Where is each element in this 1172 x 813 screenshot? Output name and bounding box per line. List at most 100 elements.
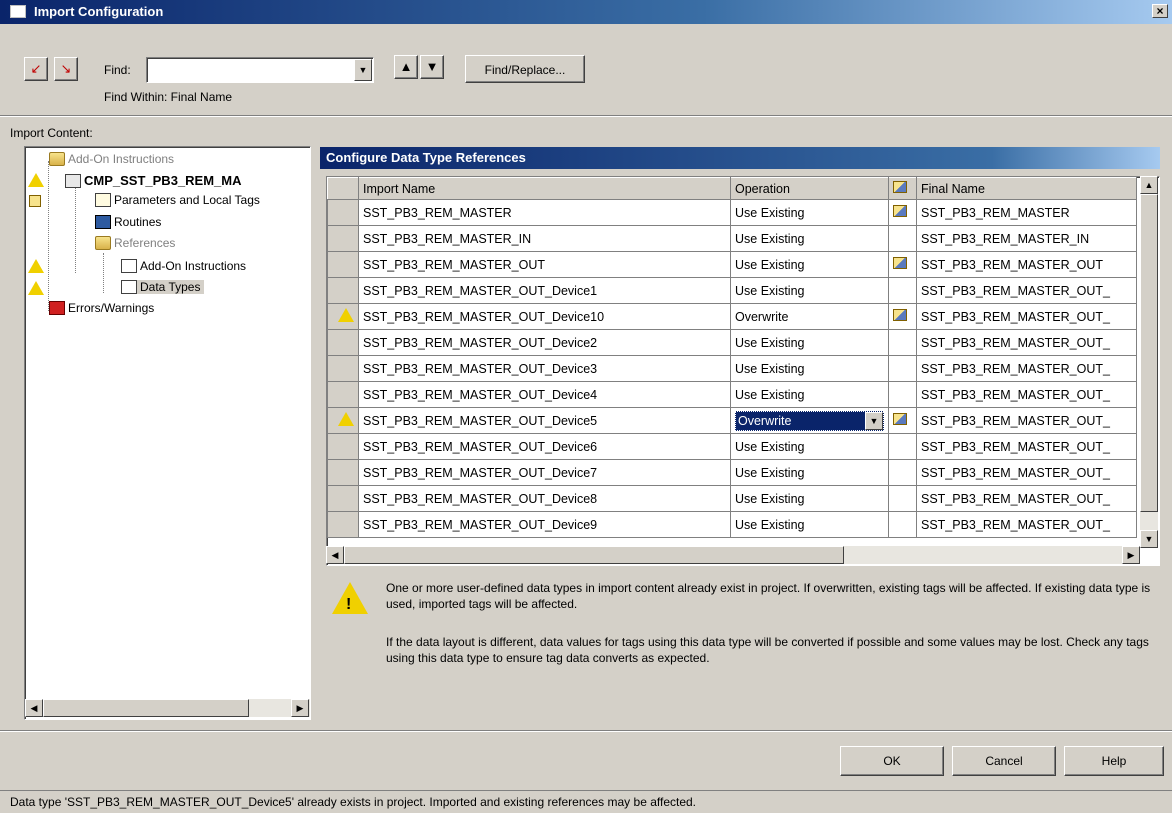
scroll-up-icon[interactable]: ▲: [1140, 176, 1158, 194]
scroll-left-icon[interactable]: ◀: [25, 699, 43, 717]
final-name-cell[interactable]: SST_PB3_REM_MASTER_IN: [916, 225, 1137, 252]
import-name-cell[interactable]: SST_PB3_REM_MASTER_OUT_Device4: [358, 381, 731, 408]
operation-dropdown[interactable]: Overwrite ▼: [730, 407, 889, 434]
final-name-cell[interactable]: SST_PB3_REM_MASTER_OUT_: [916, 433, 1137, 460]
scroll-right-icon[interactable]: ▶: [1122, 546, 1140, 564]
operation-cell[interactable]: Use Existing: [730, 459, 889, 486]
col-operation[interactable]: Operation: [730, 177, 889, 200]
row-header[interactable]: [327, 225, 359, 252]
tree-node-references[interactable]: References: [95, 236, 175, 250]
operation-cell[interactable]: Use Existing: [730, 199, 889, 226]
row-header[interactable]: [327, 329, 359, 356]
table-row[interactable]: SST_PB3_REM_MASTER_OUT_Device5 Overwrite ▼…: [327, 407, 1137, 434]
operation-cell[interactable]: Use Existing: [730, 251, 889, 278]
ok-button[interactable]: OK: [840, 746, 944, 776]
table-row[interactable]: SST_PB3_REM_MASTER_OUT_Device1 Use Existi…: [327, 277, 1137, 304]
scroll-thumb[interactable]: [43, 699, 249, 717]
import-name-cell[interactable]: SST_PB3_REM_MASTER_OUT: [358, 251, 731, 278]
find-previous-button[interactable]: ↙: [24, 57, 48, 81]
final-name-cell[interactable]: SST_PB3_REM_MASTER_OUT_: [916, 303, 1137, 330]
final-name-cell[interactable]: SST_PB3_REM_MASTER_OUT_: [916, 485, 1137, 512]
find-down-button[interactable]: ▼: [420, 55, 444, 79]
scroll-down-icon[interactable]: ▼: [1140, 530, 1158, 548]
grid-vscrollbar[interactable]: ▲ ▼: [1140, 176, 1158, 548]
find-combobox[interactable]: ▼: [146, 57, 374, 83]
tree-node-instruction[interactable]: CMP_SST_PB3_REM_MA: [65, 173, 242, 188]
row-header[interactable]: [327, 485, 359, 512]
col-import-name[interactable]: Import Name: [358, 177, 731, 200]
table-row[interactable]: SST_PB3_REM_MASTER_OUT_Device9 Use Existi…: [327, 511, 1137, 538]
close-button[interactable]: ×: [1152, 4, 1168, 18]
find-up-button[interactable]: ▲: [394, 55, 418, 79]
table-row[interactable]: SST_PB3_REM_MASTER_OUT_Device3 Use Existi…: [327, 355, 1137, 382]
import-name-cell[interactable]: SST_PB3_REM_MASTER_OUT_Device2: [358, 329, 731, 356]
help-button[interactable]: Help: [1064, 746, 1164, 776]
table-row[interactable]: SST_PB3_REM_MASTER_OUT_Device4 Use Existi…: [327, 381, 1137, 408]
row-header[interactable]: [327, 381, 359, 408]
find-next-button[interactable]: ↘: [54, 57, 78, 81]
final-name-cell[interactable]: SST_PB3_REM_MASTER_OUT_: [916, 459, 1137, 486]
final-name-cell[interactable]: SST_PB3_REM_MASTER_OUT_: [916, 511, 1137, 538]
data-type-grid[interactable]: Import Name Operation Final Name SST_PB3…: [326, 176, 1160, 566]
row-header[interactable]: [327, 277, 359, 304]
scroll-thumb[interactable]: [1140, 194, 1158, 512]
scroll-left-icon[interactable]: ◀: [326, 546, 344, 564]
row-header[interactable]: [327, 433, 359, 460]
final-name-cell[interactable]: SST_PB3_REM_MASTER_OUT_: [916, 329, 1137, 356]
find-dropdown-arrow-icon[interactable]: ▼: [354, 59, 372, 81]
col-final-icon[interactable]: [888, 177, 917, 200]
cancel-button[interactable]: Cancel: [952, 746, 1056, 776]
table-row[interactable]: SST_PB3_REM_MASTER_OUT_Device6 Use Existi…: [327, 433, 1137, 460]
row-header[interactable]: [327, 355, 359, 382]
import-name-cell[interactable]: SST_PB3_REM_MASTER_OUT_Device8: [358, 485, 731, 512]
final-name-cell[interactable]: SST_PB3_REM_MASTER_OUT_: [916, 355, 1137, 382]
final-name-cell[interactable]: SST_PB3_REM_MASTER: [916, 199, 1137, 226]
row-header[interactable]: [327, 303, 359, 330]
table-row[interactable]: SST_PB3_REM_MASTER_OUT Use Existing SST_PB…: [327, 251, 1137, 278]
final-name-cell[interactable]: SST_PB3_REM_MASTER_OUT_: [916, 381, 1137, 408]
table-row[interactable]: SST_PB3_REM_MASTER_IN Use Existing SST_PB3…: [327, 225, 1137, 252]
scroll-right-icon[interactable]: ▶: [291, 699, 309, 717]
tree-node-routines[interactable]: Routines: [95, 215, 161, 229]
row-header[interactable]: [327, 459, 359, 486]
row-header[interactable]: [327, 407, 359, 434]
operation-cell[interactable]: Use Existing: [730, 381, 889, 408]
operation-cell[interactable]: Use Existing: [730, 511, 889, 538]
operation-cell[interactable]: Use Existing: [730, 329, 889, 356]
table-row[interactable]: SST_PB3_REM_MASTER_OUT_Device8 Use Existi…: [327, 485, 1137, 512]
import-name-cell[interactable]: SST_PB3_REM_MASTER_OUT_Device6: [358, 433, 731, 460]
operation-cell[interactable]: Use Existing: [730, 225, 889, 252]
operation-cell[interactable]: Use Existing: [730, 277, 889, 304]
final-name-cell[interactable]: SST_PB3_REM_MASTER_OUT: [916, 251, 1137, 278]
tree-node-ref-addon[interactable]: Add-On Instructions: [121, 259, 246, 273]
tree-node-addon-instructions[interactable]: Add-On Instructions: [49, 152, 174, 166]
tree-hscrollbar[interactable]: ◀ ▶: [25, 699, 310, 717]
operation-cell[interactable]: Use Existing: [730, 355, 889, 382]
import-name-cell[interactable]: SST_PB3_REM_MASTER_OUT_Device10: [358, 303, 731, 330]
grid-hscrollbar[interactable]: ◀ ▶: [326, 546, 1140, 564]
tree-node-parameters[interactable]: Parameters and Local Tags: [95, 193, 260, 207]
final-name-cell[interactable]: SST_PB3_REM_MASTER_OUT_: [916, 407, 1137, 434]
tree-node-data-types[interactable]: Data Types: [121, 280, 205, 294]
table-row[interactable]: SST_PB3_REM_MASTER Use Existing SST_PB3_RE…: [327, 199, 1137, 226]
import-name-cell[interactable]: SST_PB3_REM_MASTER_IN: [358, 225, 731, 252]
col-final-name[interactable]: Final Name: [916, 177, 1137, 200]
row-header[interactable]: [327, 251, 359, 278]
table-row[interactable]: SST_PB3_REM_MASTER_OUT_Device2 Use Existi…: [327, 329, 1137, 356]
table-row[interactable]: SST_PB3_REM_MASTER_OUT_Device7 Use Existi…: [327, 459, 1137, 486]
row-header[interactable]: [327, 511, 359, 538]
dropdown-arrow-icon[interactable]: ▼: [865, 411, 883, 430]
tree-node-errors[interactable]: Errors/Warnings: [49, 301, 154, 315]
row-header[interactable]: [327, 199, 359, 226]
import-content-tree[interactable]: Add-On Instructions CMP_SST_PB3_REM_MA P…: [24, 146, 311, 720]
import-name-cell[interactable]: SST_PB3_REM_MASTER_OUT_Device1: [358, 277, 731, 304]
final-name-cell[interactable]: SST_PB3_REM_MASTER_OUT_: [916, 277, 1137, 304]
scroll-thumb[interactable]: [344, 546, 844, 564]
operation-select[interactable]: Overwrite ▼: [735, 410, 884, 431]
import-name-cell[interactable]: SST_PB3_REM_MASTER_OUT_Device3: [358, 355, 731, 382]
import-name-cell[interactable]: SST_PB3_REM_MASTER_OUT_Device9: [358, 511, 731, 538]
find-replace-button[interactable]: Find/Replace...: [465, 55, 585, 83]
import-name-cell[interactable]: SST_PB3_REM_MASTER_OUT_Device5: [358, 407, 731, 434]
import-name-cell[interactable]: SST_PB3_REM_MASTER: [358, 199, 731, 226]
operation-cell[interactable]: Use Existing: [730, 485, 889, 512]
